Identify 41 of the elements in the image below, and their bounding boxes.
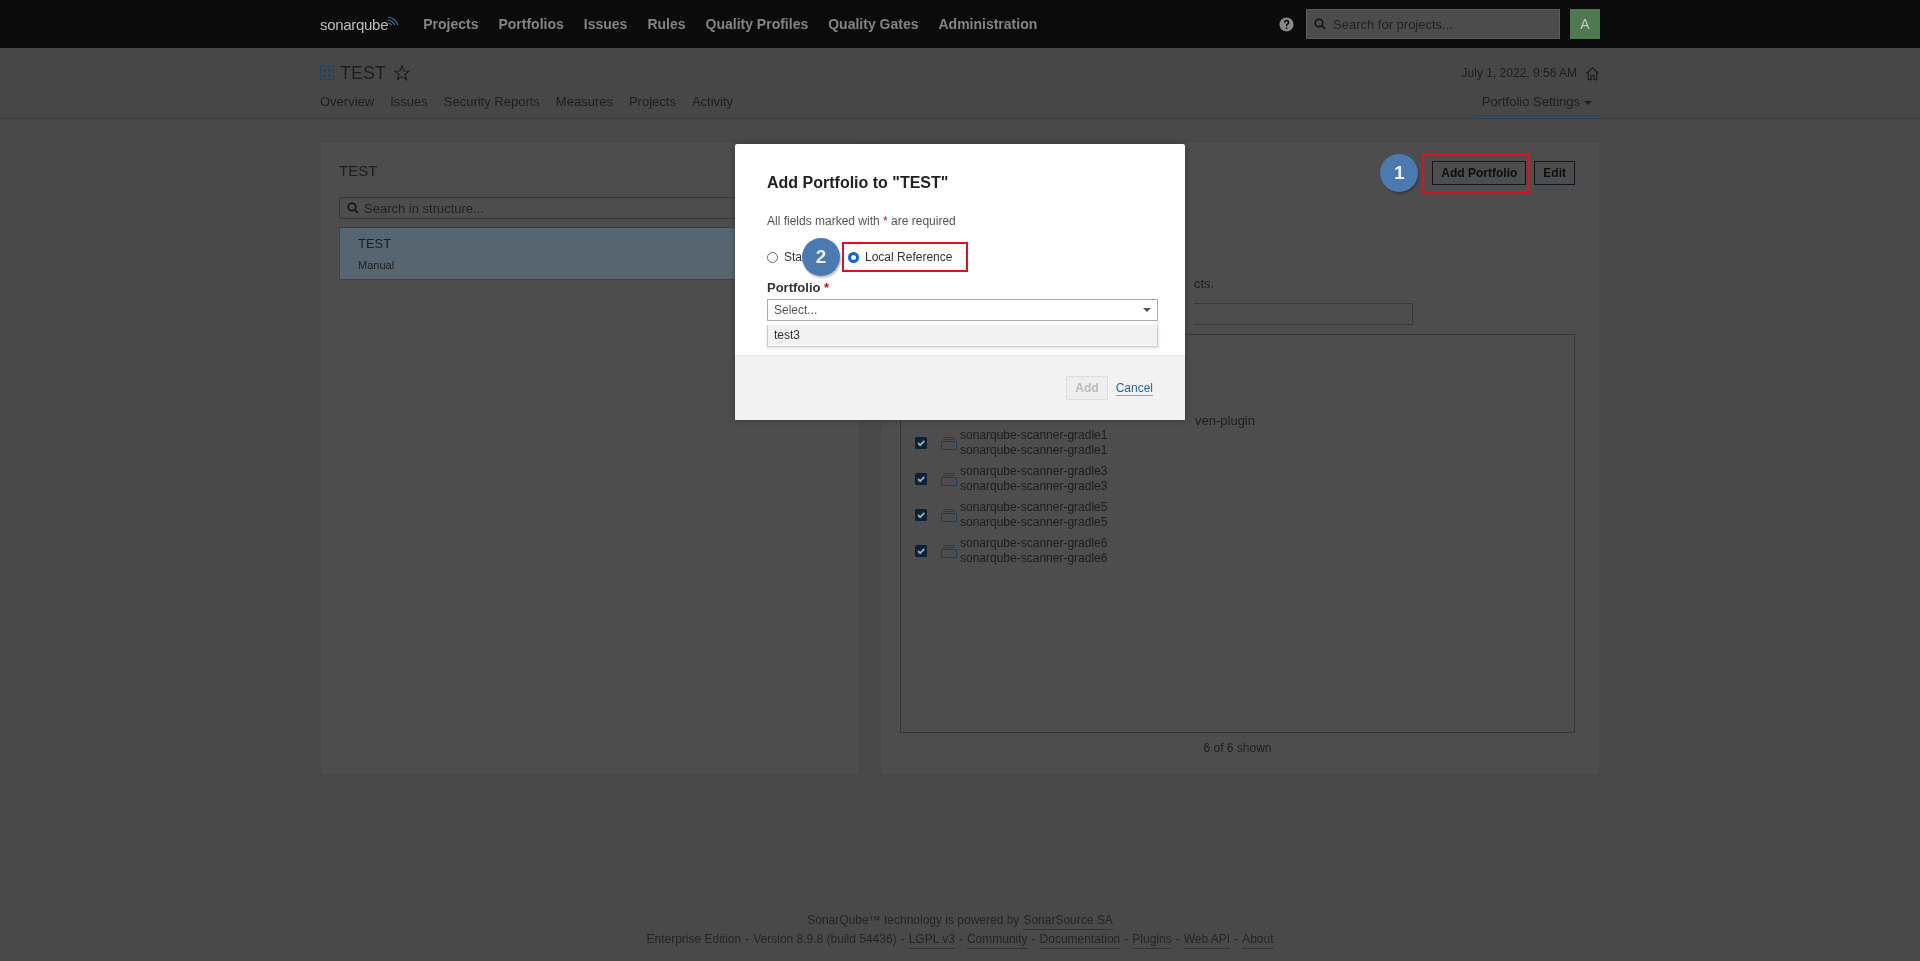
project-icon <box>941 508 957 522</box>
search-icon <box>1314 18 1326 30</box>
separator: - <box>1031 931 1036 948</box>
nav-link[interactable]: Projects <box>413 16 489 32</box>
user-avatar[interactable]: A <box>1570 9 1600 39</box>
checkbox[interactable] <box>915 509 927 521</box>
dropdown-option[interactable]: test3 <box>768 325 1157 345</box>
step-badge: 1 <box>1380 154 1419 192</box>
radio-option[interactable]: Sta <box>767 250 802 264</box>
step-badge: 2 <box>802 238 840 276</box>
checkbox[interactable] <box>915 473 927 485</box>
help-icon[interactable] <box>1279 16 1294 32</box>
field-label: Portfolio * <box>767 280 831 295</box>
radio-option[interactable]: Local Reference <box>848 250 953 264</box>
portfolio-icon <box>320 66 334 80</box>
edit-button[interactable]: Edit <box>1534 161 1575 185</box>
separator: - <box>745 931 750 948</box>
dialog-title: Add Portfolio to "TEST" <box>767 174 950 192</box>
separator: - <box>900 931 905 948</box>
checkbox[interactable] <box>915 437 927 449</box>
nav-link[interactable]: Rules <box>637 16 696 32</box>
separator: - <box>1175 931 1180 948</box>
nav-link[interactable]: Issues <box>573 16 638 32</box>
separator: - <box>1124 931 1129 948</box>
separator: - <box>958 931 963 948</box>
nav-link[interactable]: Quality Gates <box>818 16 929 32</box>
search-icon <box>347 202 359 214</box>
wave-icon <box>387 15 400 26</box>
nav-link[interactable]: Portfolios <box>488 16 574 32</box>
checkbox[interactable] <box>915 545 927 557</box>
project-icon <box>941 472 957 486</box>
add-portfolio-button[interactable]: Add Portfolio <box>1432 161 1527 185</box>
nav-link[interactable]: Administration <box>928 16 1048 32</box>
separator: - <box>1234 931 1239 948</box>
star-icon[interactable] <box>394 65 410 81</box>
nav-link[interactable]: Quality Profiles <box>695 16 819 32</box>
portfolio-select[interactable]: Select... <box>767 299 1158 321</box>
logo[interactable]: sonarqube <box>320 15 389 33</box>
project-icon <box>941 544 957 558</box>
cancel-link[interactable]: Cancel <box>1115 380 1153 396</box>
project-icon <box>941 436 957 450</box>
